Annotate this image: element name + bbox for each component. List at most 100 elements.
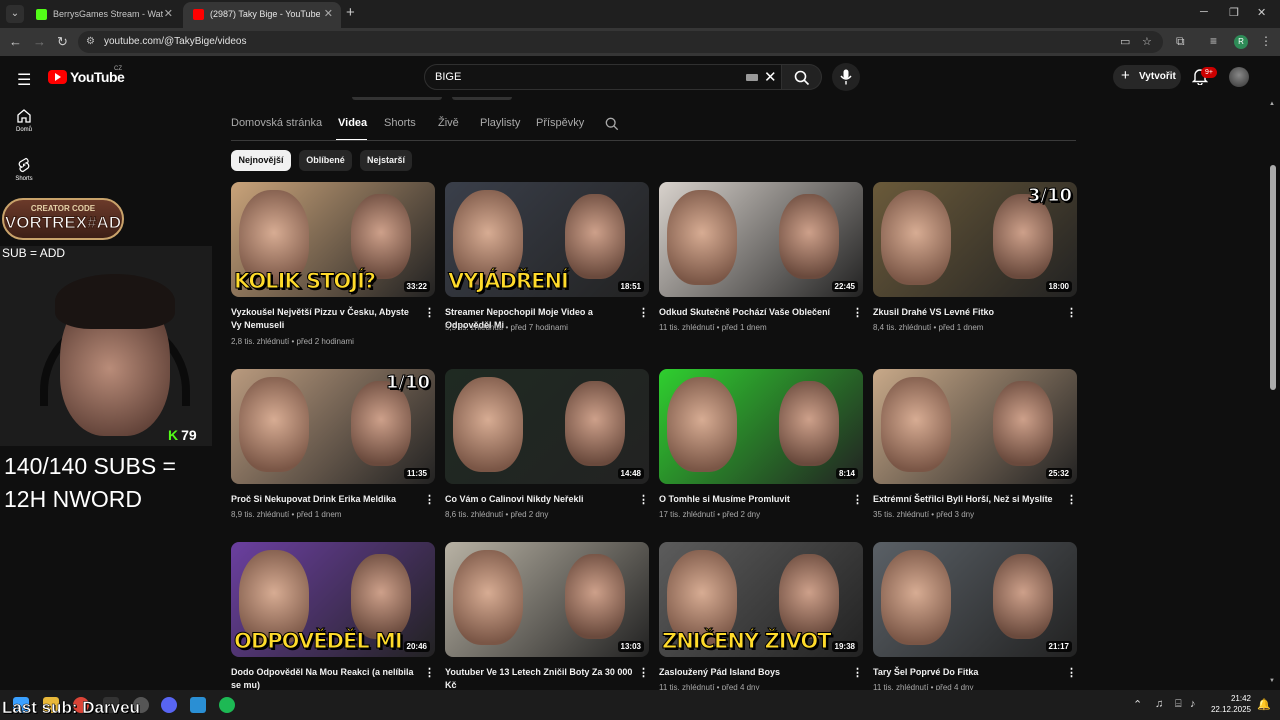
video-menu-icon[interactable]: ⋮ <box>638 306 649 319</box>
video-title[interactable]: Odkud Skutečně Pochází Vaše Oblečení <box>659 306 849 319</box>
thumbnail-caption: ZNIČENÝ ŽIVOT <box>662 629 833 654</box>
video-thumbnail[interactable]: ODPOVĚDĚL MI 20:46 <box>231 542 435 657</box>
video-thumbnail[interactable]: 21:17 <box>873 542 1077 657</box>
discord-icon[interactable] <box>161 697 177 713</box>
video-menu-icon[interactable]: ⋮ <box>1066 493 1077 506</box>
video-metadata: 35 tis. zhlédnutí • před 3 dny <box>873 510 974 519</box>
video-title[interactable]: Tary Šel Poprvé Do Fitka <box>873 666 1063 679</box>
browser-menu-icon[interactable]: ⋮ <box>1260 34 1272 48</box>
back-icon[interactable]: ← <box>9 34 22 49</box>
minimize-icon[interactable]: ─ <box>1200 6 1208 18</box>
video-title[interactable]: Zasloužený Pád Island Boys <box>659 666 849 679</box>
video-thumbnail[interactable]: 3/10 18:00 <box>873 182 1077 297</box>
volume-icon[interactable]: ♪ <box>1190 698 1196 710</box>
video-menu-icon[interactable]: ⋮ <box>852 666 863 679</box>
guide-menu-icon[interactable]: ☰ <box>17 70 31 90</box>
scroll-up-arrow[interactable]: ▲ <box>1269 101 1275 107</box>
video-title[interactable]: O Tomhle si Musíme Promluvit <box>659 493 849 506</box>
app-icon-blue[interactable] <box>190 697 206 713</box>
sidebar-item-home[interactable]: Domů <box>6 108 42 133</box>
video-thumbnail[interactable]: 1/10 11:35 <box>231 369 435 484</box>
channel-search-icon[interactable] <box>605 117 619 131</box>
upload-age: před 2 dny <box>722 510 761 519</box>
voice-search-button[interactable] <box>832 63 860 91</box>
video-title[interactable]: Youtuber Ve 13 Letech Zničil Boty Za 30 … <box>445 666 635 692</box>
clear-search-icon[interactable]: ✕ <box>764 68 777 86</box>
spotify-icon[interactable] <box>219 697 235 713</box>
video-thumbnail[interactable]: VYJÁDŘENÍ 18:51 <box>445 182 649 297</box>
tab-posts[interactable]: Příspěvky <box>536 117 584 129</box>
system-clock[interactable]: 21:42 22.12.2025 <box>1206 693 1251 715</box>
extensions-icon[interactable]: ⧉ <box>1176 34 1185 49</box>
video-metadata: 5,5 tis. zhlédnutí • před 7 hodinami <box>445 323 568 332</box>
search-box[interactable]: BIGE ✕ <box>424 64 782 90</box>
create-button[interactable]: + Vytvořit <box>1113 65 1181 89</box>
video-menu-icon[interactable]: ⋮ <box>1066 306 1077 319</box>
video-title[interactable]: Extrémní Šetřilci Byli Horší, Než si Mys… <box>873 493 1063 506</box>
video-thumbnail[interactable]: 22:45 <box>659 182 863 297</box>
video-title[interactable]: Vyzkoušel Největší Pizzu v Česku, Abyste… <box>231 306 421 332</box>
sidebar-item-shorts[interactable]: Shorts <box>6 157 42 182</box>
close-tab-icon[interactable]: ✕ <box>164 2 173 26</box>
video-thumbnail[interactable]: KOLIK STOJÍ? 33:22 <box>231 182 435 297</box>
forward-icon[interactable]: → <box>33 34 46 49</box>
tab-search-button[interactable]: ⌄ <box>6 5 24 23</box>
new-tab-button[interactable]: + <box>346 4 355 21</box>
account-avatar[interactable] <box>1229 67 1249 87</box>
tab-live[interactable]: Živě <box>438 117 459 129</box>
video-thumbnail[interactable]: 25:32 <box>873 369 1077 484</box>
browser-tab-kick[interactable]: BerrysGames Stream - Watch Li ✕ <box>26 2 181 28</box>
microphone-tray-icon[interactable]: ♫ <box>1155 698 1163 710</box>
thumbnail-face <box>453 550 523 645</box>
video-thumbnail[interactable]: 14:48 <box>445 369 649 484</box>
video-menu-icon[interactable]: ⋮ <box>424 306 435 319</box>
bookmark-star-icon[interactable]: ☆ <box>1142 35 1152 48</box>
video-duration: 8:14 <box>835 468 858 479</box>
video-title[interactable]: Co Vám o Calinovi Nikdy Neřekli <box>445 493 635 506</box>
video-title[interactable]: Proč Si Nekupovat Drink Erika Meldika <box>231 493 421 506</box>
site-info-icon[interactable]: ⚙ <box>86 36 95 47</box>
chip-popular[interactable]: Oblíbené <box>299 150 352 171</box>
video-menu-icon[interactable]: ⋮ <box>638 666 649 679</box>
video-menu-icon[interactable]: ⋮ <box>852 493 863 506</box>
search-input[interactable]: BIGE <box>435 71 461 83</box>
video-menu-icon[interactable]: ⋮ <box>424 493 435 506</box>
video-menu-icon[interactable]: ⋮ <box>424 666 435 679</box>
restore-icon[interactable]: ❐ <box>1229 6 1239 19</box>
thumbnail-face <box>993 194 1053 279</box>
scroll-down-arrow[interactable]: ▼ <box>1269 678 1275 684</box>
browser-tab-youtube[interactable]: (2987) Taky Bige - YouTube ✕ <box>183 2 341 28</box>
creator-code-badge: CREATOR CODE VORTREX#AD <box>2 198 124 240</box>
tab-home[interactable]: Domovská stránka <box>231 117 322 129</box>
close-tab-icon[interactable]: ✕ <box>324 2 333 26</box>
notification-center-icon[interactable]: 🔔 <box>1257 698 1271 711</box>
video-title[interactable]: Dodo Odpověděl Na Mou Reakci (a nelíbila… <box>231 666 421 692</box>
video-metadata: 8,6 tis. zhlédnutí • před 2 dny <box>445 510 548 519</box>
chip-latest[interactable]: Nejnovější <box>231 150 291 171</box>
tab-videos[interactable]: Videa <box>338 117 367 129</box>
reload-icon[interactable]: ↻ <box>57 34 68 50</box>
close-window-icon[interactable]: ✕ <box>1257 6 1266 19</box>
search-button[interactable] <box>782 64 822 90</box>
meta-separator: • <box>503 323 511 332</box>
video-thumbnail[interactable]: ZNIČENÝ ŽIVOT 19:38 <box>659 542 863 657</box>
video-title[interactable]: Zkusil Drahé VS Levné Fitko <box>873 306 1063 319</box>
tray-chevron-icon[interactable]: ⌃ <box>1133 698 1142 711</box>
profile-avatar[interactable]: R <box>1234 35 1248 49</box>
cast-icon[interactable]: ▭ <box>1120 35 1130 48</box>
video-menu-icon[interactable]: ⋮ <box>852 306 863 319</box>
page-scrollbar-thumb[interactable] <box>1270 165 1276 390</box>
keyboard-icon[interactable] <box>746 74 758 81</box>
video-menu-icon[interactable]: ⋮ <box>638 493 649 506</box>
video-thumbnail[interactable]: 13:03 <box>445 542 649 657</box>
url-text[interactable]: youtube.com/@TakyBige/videos <box>104 36 246 47</box>
tab-shorts[interactable]: Shorts <box>384 117 416 129</box>
network-icon[interactable]: ⌸ <box>1175 698 1182 711</box>
creator-code-value: VORTREX#AD <box>4 213 122 233</box>
omnibox[interactable]: ⚙ youtube.com/@TakyBige/videos ▭ ☆ <box>78 31 1163 53</box>
video-menu-icon[interactable]: ⋮ <box>1066 666 1077 679</box>
media-controls-icon[interactable]: ≡ <box>1210 34 1217 48</box>
tab-playlists[interactable]: Playlisty <box>480 117 520 129</box>
chip-oldest[interactable]: Nejstarší <box>360 150 412 171</box>
video-thumbnail[interactable]: 8:14 <box>659 369 863 484</box>
